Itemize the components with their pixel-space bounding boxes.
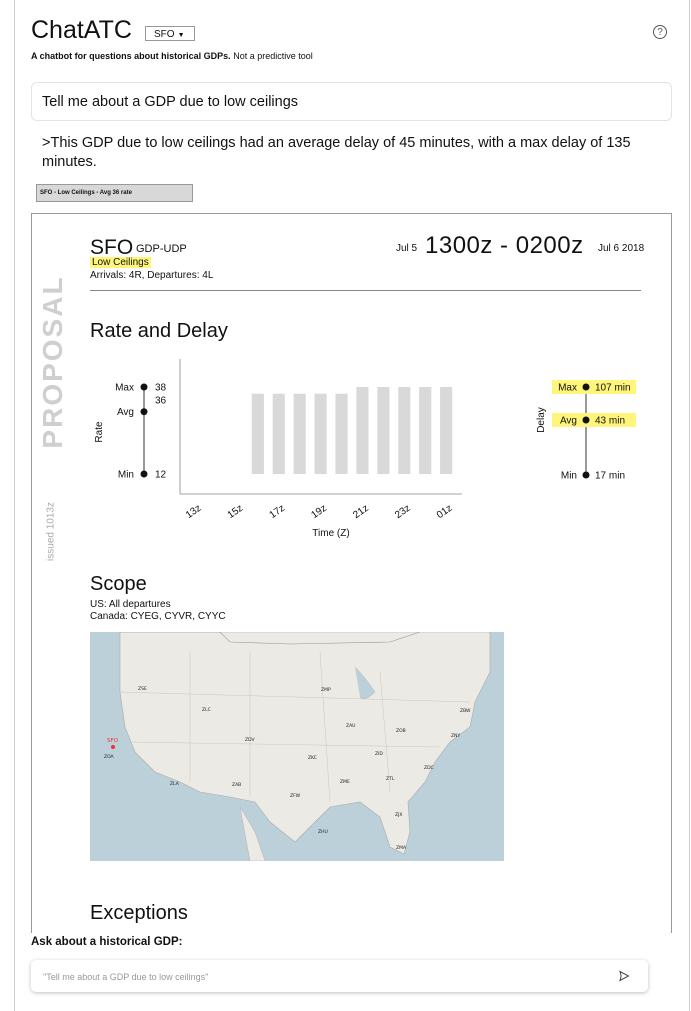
subtitle-rest: Not a predictive tool xyxy=(230,51,313,61)
rate-delay-chart: 13z 15z 17z 19z 21z 23z 01z Time (Z) Rate Max 38 Av… xyxy=(94,359,636,539)
end-date: Jul 6 2018 xyxy=(598,243,645,254)
gdp-proposal-card: PROPOSAL issued 1013z SFO GDP-UDP Low Ce… xyxy=(31,213,672,933)
rate-marker-max xyxy=(140,383,148,391)
runway-config: Arrivals: 4R, Departures: 4L xyxy=(90,270,214,281)
scope-canada: Canada: CYEG, CYVR, CYYC xyxy=(90,611,226,622)
map-label-zoa: ZOA xyxy=(104,755,114,760)
airport-select[interactable]: SFO ▼ xyxy=(145,26,195,41)
bar-22z xyxy=(377,387,390,474)
delay-marker-avg xyxy=(582,416,590,424)
map-label-zlc: ZLC xyxy=(202,708,211,713)
map-label-zdc: ZDC xyxy=(424,766,434,771)
bar-20z xyxy=(335,393,348,474)
rate-value-min: 12 xyxy=(155,470,167,481)
ask-label: Ask about a historical GDP: xyxy=(31,936,183,948)
sfo-marker xyxy=(111,745,115,749)
x-tick-17z: 17z xyxy=(268,503,288,521)
user-question: Tell me about a GDP due to low ceilings xyxy=(31,82,672,121)
map-label-zny: ZNY xyxy=(451,734,461,739)
rate-label-avg: Avg xyxy=(117,407,134,418)
map-label-zbw: ZBW xyxy=(460,709,471,714)
subtitle-bold: A chatbot for questions about historical… xyxy=(31,51,231,61)
delay-label-min: Min xyxy=(561,471,577,482)
x-tick-13z: 13z xyxy=(184,503,204,521)
scope-title: Scope xyxy=(90,573,147,595)
ask-input[interactable] xyxy=(41,960,605,994)
exceptions-title: Exceptions xyxy=(90,902,188,924)
rate-delay-title: Rate and Delay xyxy=(90,320,228,342)
scope-map: ZSE ZLC ZMP ZAU ZOB ZBW ZNY ZDV ZKC ZID ZDC ZOA ZLA Z… xyxy=(90,632,504,861)
delay-value-min: 17 min xyxy=(595,471,625,482)
start-date: Jul 5 xyxy=(396,243,418,254)
scope-list: US: All departures Canada: CYEG, CYVR, C… xyxy=(90,599,226,623)
delay-marker-min xyxy=(582,471,590,479)
map-label-zjx: ZJX xyxy=(395,813,403,818)
airport-select-value: SFO xyxy=(154,29,175,40)
y-axis-label: Rate xyxy=(94,421,105,443)
us-map-shape xyxy=(90,632,504,861)
rate-marker-min xyxy=(140,470,148,478)
delay-label-avg: Avg xyxy=(560,416,577,427)
bar-18z xyxy=(293,393,306,474)
rate-value-avg: 36 xyxy=(155,396,167,407)
map-label-zau: ZAU xyxy=(346,724,356,729)
x-tick-01z: 01z xyxy=(435,503,455,521)
x-tick-23z: 23z xyxy=(393,503,413,521)
map-label-zla: ZLA xyxy=(170,782,179,787)
map-label-zma: ZMA xyxy=(396,846,407,851)
map-label-zhu: ZHU xyxy=(318,830,328,835)
delay-label-max: Max xyxy=(558,383,577,394)
rate-value-max: 38 xyxy=(155,383,167,394)
bar-21z xyxy=(356,387,369,474)
delay-value-avg: 43 min xyxy=(595,416,625,427)
x-axis-label: Time (Z) xyxy=(312,528,349,539)
proposal-thumbnail-tab[interactable]: SFO - Low Ceilings - Avg 36 rate xyxy=(36,184,193,202)
delay-axis-label: Delay xyxy=(536,407,547,433)
map-label-zfw: ZFW xyxy=(290,794,301,799)
map-label-zab: ZAB xyxy=(232,783,242,788)
map-label-zse: ZSE xyxy=(138,687,147,692)
help-icon[interactable]: ? xyxy=(653,25,667,39)
map-label-zkc: ZKC xyxy=(308,756,317,761)
map-label-zdv: ZDV xyxy=(245,738,255,743)
rate-marker-avg xyxy=(140,408,148,416)
map-label-zmp: ZMP xyxy=(321,688,331,693)
bar-00z xyxy=(419,387,432,474)
rate-label-min: Min xyxy=(118,470,134,481)
x-tick-15z: 15z xyxy=(226,503,246,521)
bot-answer: >This GDP due to low ceilings had an ave… xyxy=(42,135,631,170)
chevron-down-icon: ▼ xyxy=(177,32,185,39)
time-range: 1300z - 0200z xyxy=(425,232,584,259)
map-label-zid: ZID xyxy=(375,752,383,757)
map-label-sfo: SFO xyxy=(107,738,118,744)
delay-marker-max xyxy=(582,383,590,391)
bar-16z xyxy=(251,393,264,474)
map-label-ztl: ZTL xyxy=(386,777,395,782)
scope-us: US: All departures xyxy=(90,599,171,610)
subtitle: A chatbot for questions about historical… xyxy=(31,51,313,61)
bar-01z xyxy=(440,387,453,474)
map-label-zme: ZME xyxy=(340,780,350,785)
delay-value-max: 107 min xyxy=(595,383,631,394)
app-title: ChatATC xyxy=(31,16,132,44)
bar-19z xyxy=(314,393,327,474)
bar-17z xyxy=(272,393,285,474)
program-type: GDP-UDP xyxy=(136,243,187,255)
map-label-zob: ZOB xyxy=(396,729,406,734)
x-tick-21z: 21z xyxy=(351,503,371,521)
cause-badge: Low Ceilings xyxy=(90,257,151,268)
ask-box xyxy=(31,960,648,994)
x-tick-19z: 19z xyxy=(309,503,329,521)
bar-23z xyxy=(398,387,411,474)
send-icon[interactable] xyxy=(618,970,630,982)
header-divider xyxy=(90,290,641,291)
rate-label-max: Max xyxy=(115,383,134,394)
